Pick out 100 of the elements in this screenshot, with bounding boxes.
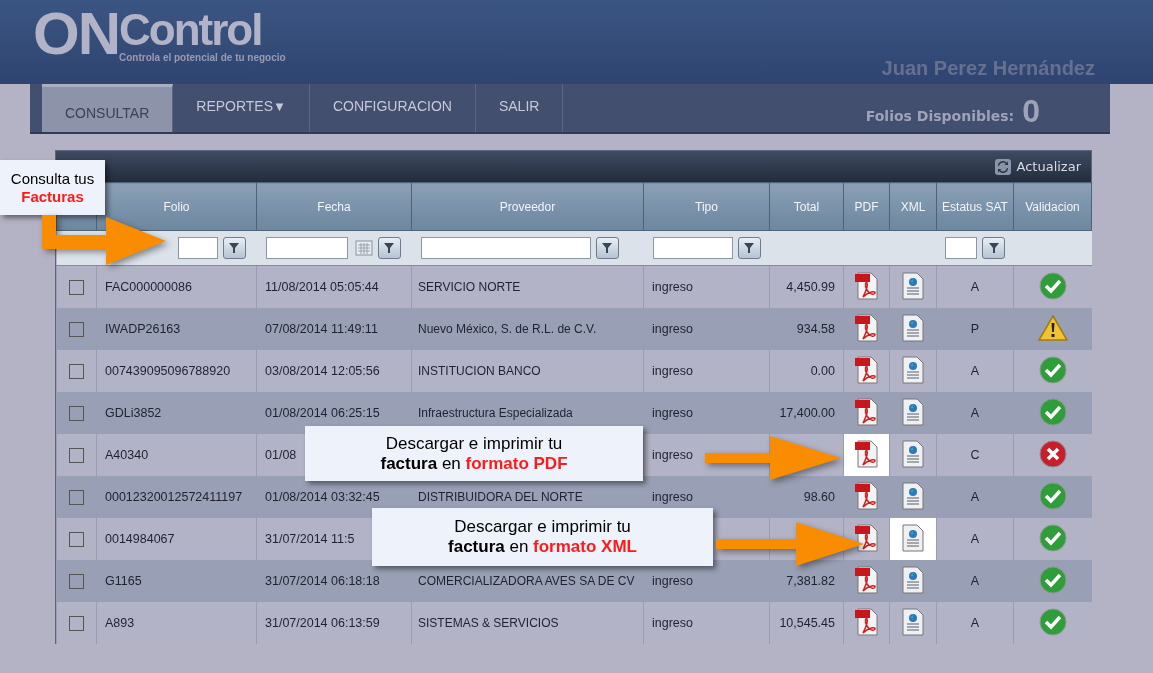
type-text: ingreso bbox=[652, 322, 693, 336]
row-checkbox[interactable] bbox=[69, 321, 84, 337]
filter-button[interactable] bbox=[377, 237, 401, 259]
column-header[interactable]: PDF bbox=[843, 182, 890, 231]
supplier-text: SISTEMAS & SERVICIOS bbox=[418, 616, 559, 630]
row-checkbox[interactable] bbox=[69, 279, 84, 295]
type-text: ingreso bbox=[652, 364, 693, 378]
xml-file-icon[interactable] bbox=[902, 355, 924, 384]
total-text: 934.58 bbox=[796, 322, 835, 336]
supplier-text: INSTITUCION BANCO bbox=[418, 364, 541, 378]
xml-file-icon[interactable] bbox=[902, 523, 924, 552]
callout-note: Consulta tus Facturas bbox=[0, 160, 105, 215]
row-checkbox[interactable] bbox=[69, 615, 84, 631]
pdf-file-icon[interactable] bbox=[854, 481, 879, 510]
filter-icon bbox=[987, 242, 1000, 254]
filter-button[interactable] bbox=[737, 237, 761, 259]
xml-file-icon[interactable] bbox=[902, 607, 924, 636]
folios-count: 0 bbox=[1022, 94, 1040, 128]
total-text: 7,381.82 bbox=[786, 574, 835, 588]
status-text: C bbox=[970, 448, 980, 462]
column-header[interactable]: Total bbox=[769, 182, 844, 231]
date-text: 31/07/2014 11:5 bbox=[265, 532, 355, 546]
row-checkbox[interactable] bbox=[69, 531, 84, 547]
filter-icon bbox=[743, 242, 755, 254]
folio-text: FAC000000086 bbox=[105, 280, 192, 294]
filter-field[interactable] bbox=[177, 237, 218, 259]
total-text: 0.00 bbox=[810, 364, 835, 378]
type-text: ingreso bbox=[652, 406, 693, 420]
pdf-file-icon[interactable] bbox=[854, 523, 879, 552]
callout-note: Descargar e imprimir tu factura en formato XML bbox=[372, 508, 713, 566]
date-text: 01/08 bbox=[265, 448, 297, 462]
folio-text: IWADP26163 bbox=[105, 322, 181, 336]
pdf-file-icon[interactable] bbox=[854, 355, 879, 384]
folio-text: GDLi3852 bbox=[105, 406, 162, 420]
xml-file-icon[interactable] bbox=[902, 397, 924, 426]
date-text: 01/08/2014 03:32:45 bbox=[265, 490, 380, 504]
column-header[interactable]: XML bbox=[889, 182, 937, 231]
status-text: A bbox=[970, 532, 980, 546]
row-checkbox[interactable] bbox=[69, 363, 84, 379]
callout-note: Descargar e imprimir tu factura en formato PDF bbox=[305, 426, 643, 481]
folios-label: Folios Disponibles: bbox=[865, 108, 1015, 124]
total-text: 98.60 bbox=[803, 490, 835, 504]
pdf-file-icon[interactable] bbox=[854, 565, 879, 594]
date-field[interactable] bbox=[265, 237, 348, 259]
row-checkbox[interactable] bbox=[69, 489, 84, 505]
xml-file-icon[interactable] bbox=[902, 481, 924, 510]
status-text: A bbox=[970, 490, 980, 504]
total-text: 10,545.45 bbox=[779, 616, 835, 630]
date-text: 31/07/2014 06:18:18 bbox=[265, 574, 380, 588]
logo-tagline: Controla el potencial de tu negocio bbox=[119, 52, 286, 63]
refresh-button[interactable]: Actualizar bbox=[994, 158, 1081, 175]
folio-text: 007439095096788920 bbox=[105, 364, 231, 378]
filter-button[interactable] bbox=[595, 237, 619, 259]
xml-file-icon[interactable] bbox=[902, 565, 924, 594]
date-text: 07/08/2014 11:49:11 bbox=[265, 322, 378, 336]
nav-tab[interactable]: SALIR bbox=[475, 84, 564, 132]
filter-field[interactable] bbox=[420, 237, 591, 259]
filter-icon bbox=[228, 242, 240, 254]
refresh-icon bbox=[994, 158, 1011, 175]
date-text: 11/08/2014 05:05:44 bbox=[265, 280, 379, 294]
filter-field[interactable] bbox=[652, 237, 733, 259]
supplier-text: Infraestructura Especializada bbox=[418, 406, 573, 420]
filter-field[interactable] bbox=[945, 237, 977, 259]
logo-text: Control bbox=[119, 6, 262, 54]
filter-button[interactable] bbox=[222, 237, 246, 259]
pdf-file-icon[interactable] bbox=[854, 271, 879, 300]
pdf-file-icon[interactable] bbox=[854, 439, 879, 468]
nav-tab[interactable]: CONFIGURACION bbox=[309, 84, 476, 132]
row-checkbox[interactable] bbox=[69, 405, 84, 421]
date-text: 31/07/2014 06:13:59 bbox=[265, 616, 380, 630]
column-header[interactable]: Tipo bbox=[643, 182, 770, 231]
nav-tab[interactable]: REPORTES▼ bbox=[173, 84, 310, 132]
status-text: P bbox=[970, 322, 980, 336]
column-header[interactable]: Folio bbox=[96, 182, 257, 231]
column-header[interactable]: Validacion bbox=[1013, 182, 1092, 231]
type-text: ingreso bbox=[652, 448, 693, 462]
pdf-file-icon[interactable] bbox=[854, 313, 879, 342]
filter-button[interactable] bbox=[982, 237, 1005, 259]
supplier-text: SERVICIO NORTE bbox=[418, 280, 521, 294]
folio-text: 0014984067 bbox=[105, 532, 175, 546]
pdf-file-icon[interactable] bbox=[854, 607, 879, 636]
row-checkbox[interactable] bbox=[69, 573, 84, 589]
column-header[interactable]: Estatus SAT bbox=[936, 182, 1014, 231]
xml-file-icon[interactable] bbox=[902, 271, 924, 300]
type-text: ingreso bbox=[652, 574, 693, 588]
total-text: 4,450.99 bbox=[786, 280, 835, 294]
xml-file-icon[interactable] bbox=[902, 439, 924, 468]
date-text: 03/08/2014 12:05:56 bbox=[265, 364, 380, 378]
supplier-text: COMERCIALIZADORA AVES SA DE CV bbox=[418, 574, 635, 588]
xml-file-icon[interactable] bbox=[902, 313, 924, 342]
column-header[interactable]: Fecha bbox=[256, 182, 412, 231]
filter-icon bbox=[601, 242, 613, 254]
pdf-file-icon[interactable] bbox=[854, 397, 879, 426]
filter-icon bbox=[383, 242, 395, 254]
nav-tab[interactable]: CONSULTAR bbox=[42, 84, 174, 132]
row-checkbox[interactable] bbox=[69, 447, 84, 463]
column-header[interactable]: Proveedor bbox=[411, 182, 644, 231]
status-text: A bbox=[970, 616, 980, 630]
folio-text: 00012320012572411197 bbox=[105, 490, 243, 504]
logo-text: ON bbox=[33, 6, 119, 62]
